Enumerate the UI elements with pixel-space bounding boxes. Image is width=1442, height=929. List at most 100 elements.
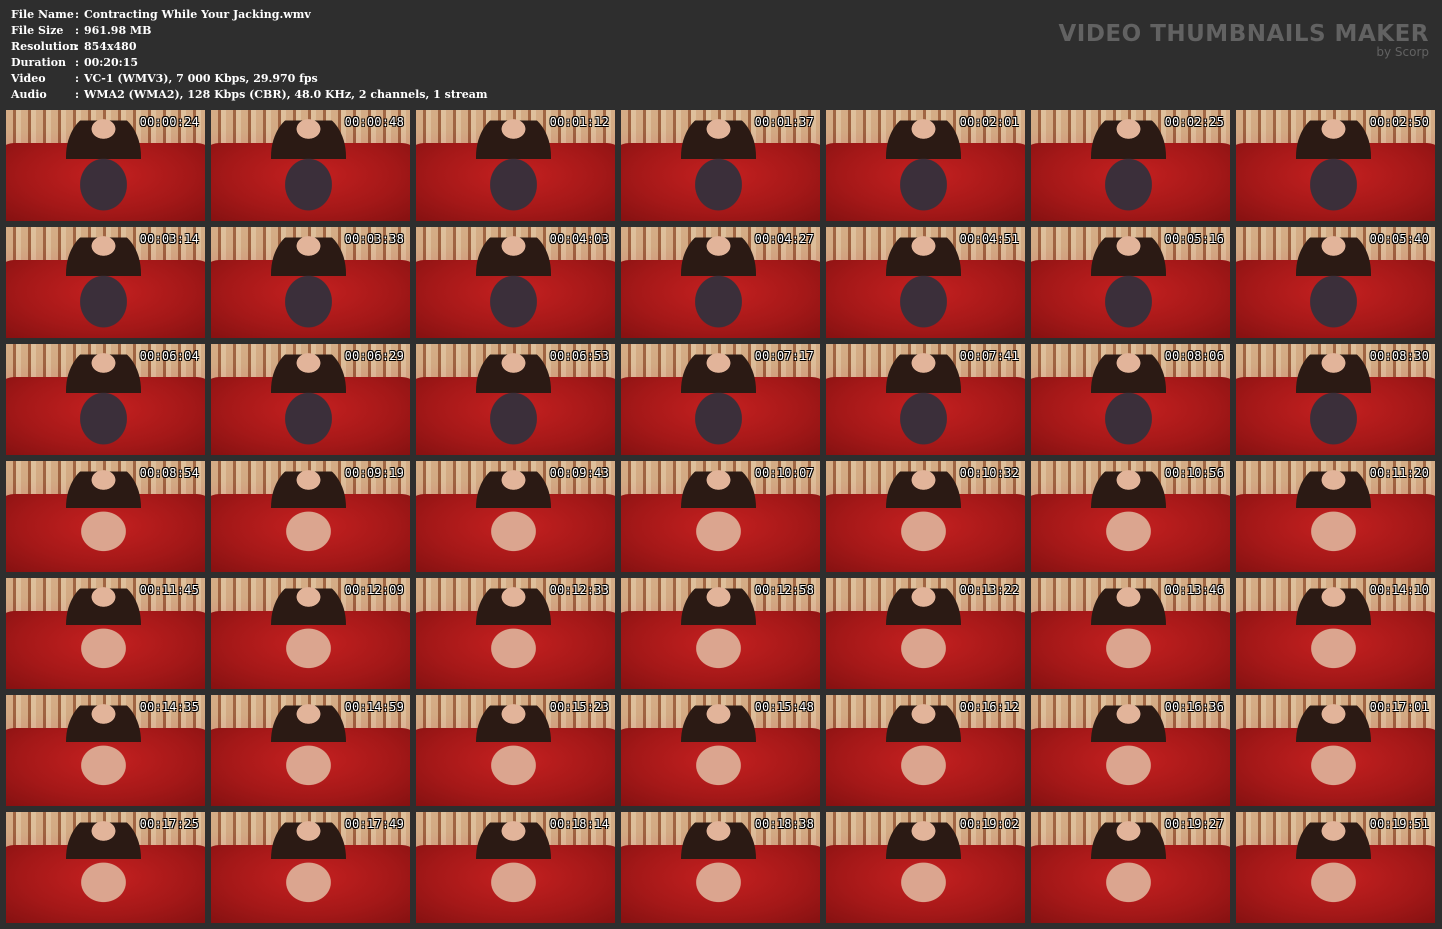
video-thumbnail[interactable]: 00:15:23 (416, 695, 615, 806)
person-figure (1295, 699, 1372, 806)
video-thumbnail[interactable]: 00:02:50 (1236, 110, 1435, 221)
person-figure (1295, 348, 1372, 455)
person-figure (475, 816, 552, 923)
video-thumbnail[interactable]: 00:08:30 (1236, 344, 1435, 455)
person-figure (65, 348, 142, 455)
timestamp-label: 00:04:03 (549, 232, 609, 246)
person-figure (885, 231, 962, 338)
timestamp-label: 00:06:53 (549, 349, 609, 363)
info-separator: : (75, 88, 80, 101)
video-thumbnail[interactable]: 00:17:01 (1236, 695, 1435, 806)
video-thumbnail[interactable]: 00:06:53 (416, 344, 615, 455)
video-thumbnail[interactable]: 00:16:36 (1031, 695, 1230, 806)
video-thumbnail[interactable]: 00:19:02 (826, 812, 1025, 923)
info-label: File Name (11, 8, 74, 21)
video-thumbnail[interactable]: 00:15:48 (621, 695, 820, 806)
video-thumbnail[interactable]: 00:05:16 (1031, 227, 1230, 338)
person-figure (885, 582, 962, 689)
video-thumbnail[interactable]: 00:08:54 (6, 461, 205, 572)
video-thumbnail[interactable]: 00:07:17 (621, 344, 820, 455)
video-thumbnail[interactable]: 00:03:14 (6, 227, 205, 338)
video-thumbnail[interactable]: 00:17:49 (211, 812, 410, 923)
person-figure (65, 582, 142, 689)
video-thumbnail[interactable]: 00:17:25 (6, 812, 205, 923)
video-thumbnail[interactable]: 00:05:40 (1236, 227, 1435, 338)
video-thumbnail[interactable]: 00:11:45 (6, 578, 205, 689)
video-thumbnail[interactable]: 00:01:37 (621, 110, 820, 221)
timestamp-label: 00:10:56 (1164, 466, 1224, 480)
brand-watermark: VIDEO THUMBNAILS MAKER by Scorp (1058, 20, 1429, 58)
timestamp-label: 00:08:54 (139, 466, 199, 480)
info-value: 854x480 (84, 40, 137, 53)
file-size-row: File Size : 961.98 MB (11, 23, 487, 39)
video-thumbnail[interactable]: 00:03:38 (211, 227, 410, 338)
video-thumbnail[interactable]: 00:19:51 (1236, 812, 1435, 923)
person-figure (270, 348, 347, 455)
video-thumbnail[interactable]: 00:02:01 (826, 110, 1025, 221)
timestamp-label: 00:02:50 (1369, 115, 1429, 129)
timestamp-label: 00:10:32 (959, 466, 1019, 480)
info-label: File Size (11, 24, 64, 37)
video-thumbnail[interactable]: 00:12:09 (211, 578, 410, 689)
person-figure (1295, 231, 1372, 338)
person-figure (885, 816, 962, 923)
timestamp-label: 00:17:49 (344, 817, 404, 831)
video-thumbnail[interactable]: 00:14:10 (1236, 578, 1435, 689)
video-thumbnail[interactable]: 00:14:59 (211, 695, 410, 806)
person-figure (475, 114, 552, 221)
video-thumbnail[interactable]: 00:13:22 (826, 578, 1025, 689)
timestamp-label: 00:03:14 (139, 232, 199, 246)
video-thumbnail[interactable]: 00:07:41 (826, 344, 1025, 455)
timestamp-label: 00:08:06 (1164, 349, 1224, 363)
video-thumbnail[interactable]: 00:18:38 (621, 812, 820, 923)
resolution-row: Resolution : 854x480 (11, 39, 487, 55)
person-figure (1090, 114, 1167, 221)
audio-row: Audio : WMA2 (WMA2), 128 Kbps (CBR), 48.… (11, 87, 487, 103)
video-thumbnail[interactable]: 00:04:03 (416, 227, 615, 338)
info-value: VC-1 (WMV3), 7 000 Kbps, 29.970 fps (84, 72, 318, 85)
video-thumbnail[interactable]: 00:04:51 (826, 227, 1025, 338)
video-thumbnail[interactable]: 00:02:25 (1031, 110, 1230, 221)
timestamp-label: 00:14:35 (139, 700, 199, 714)
person-figure (65, 699, 142, 806)
video-thumbnail[interactable]: 00:11:20 (1236, 461, 1435, 572)
person-figure (475, 699, 552, 806)
video-thumbnail[interactable]: 00:00:48 (211, 110, 410, 221)
video-thumbnail[interactable]: 00:08:06 (1031, 344, 1230, 455)
info-label: Resolution (11, 40, 78, 53)
video-thumbnail[interactable]: 00:14:35 (6, 695, 205, 806)
video-thumbnail[interactable]: 00:09:19 (211, 461, 410, 572)
timestamp-label: 00:04:27 (754, 232, 814, 246)
video-thumbnail[interactable]: 00:13:46 (1031, 578, 1230, 689)
video-thumbnail[interactable]: 00:06:29 (211, 344, 410, 455)
video-thumbnail[interactable]: 00:18:14 (416, 812, 615, 923)
info-separator: : (75, 8, 80, 21)
video-thumbnail[interactable]: 00:10:32 (826, 461, 1025, 572)
person-figure (680, 816, 757, 923)
timestamp-label: 00:11:20 (1369, 466, 1429, 480)
info-separator: : (75, 72, 80, 85)
timestamp-label: 00:00:48 (344, 115, 404, 129)
timestamp-label: 00:11:45 (139, 583, 199, 597)
timestamp-label: 00:12:09 (344, 583, 404, 597)
video-thumbnail[interactable]: 00:00:24 (6, 110, 205, 221)
video-thumbnail[interactable]: 00:06:04 (6, 344, 205, 455)
person-figure (885, 699, 962, 806)
person-figure (270, 582, 347, 689)
video-thumbnail[interactable]: 00:04:27 (621, 227, 820, 338)
person-figure (475, 582, 552, 689)
person-figure (1090, 582, 1167, 689)
duration-row: Duration : 00:20:15 (11, 55, 487, 71)
video-thumbnail[interactable]: 00:12:58 (621, 578, 820, 689)
file-name-row: File Name : Contracting While Your Jacki… (11, 7, 487, 23)
person-figure (1090, 231, 1167, 338)
video-thumbnail[interactable]: 00:16:12 (826, 695, 1025, 806)
video-thumbnail[interactable]: 00:12:33 (416, 578, 615, 689)
video-thumbnail[interactable]: 00:10:07 (621, 461, 820, 572)
timestamp-label: 00:03:38 (344, 232, 404, 246)
video-thumbnail[interactable]: 00:09:43 (416, 461, 615, 572)
video-thumbnail[interactable]: 00:01:12 (416, 110, 615, 221)
video-thumbnail[interactable]: 00:10:56 (1031, 461, 1230, 572)
timestamp-label: 00:17:01 (1369, 700, 1429, 714)
video-thumbnail[interactable]: 00:19:27 (1031, 812, 1230, 923)
